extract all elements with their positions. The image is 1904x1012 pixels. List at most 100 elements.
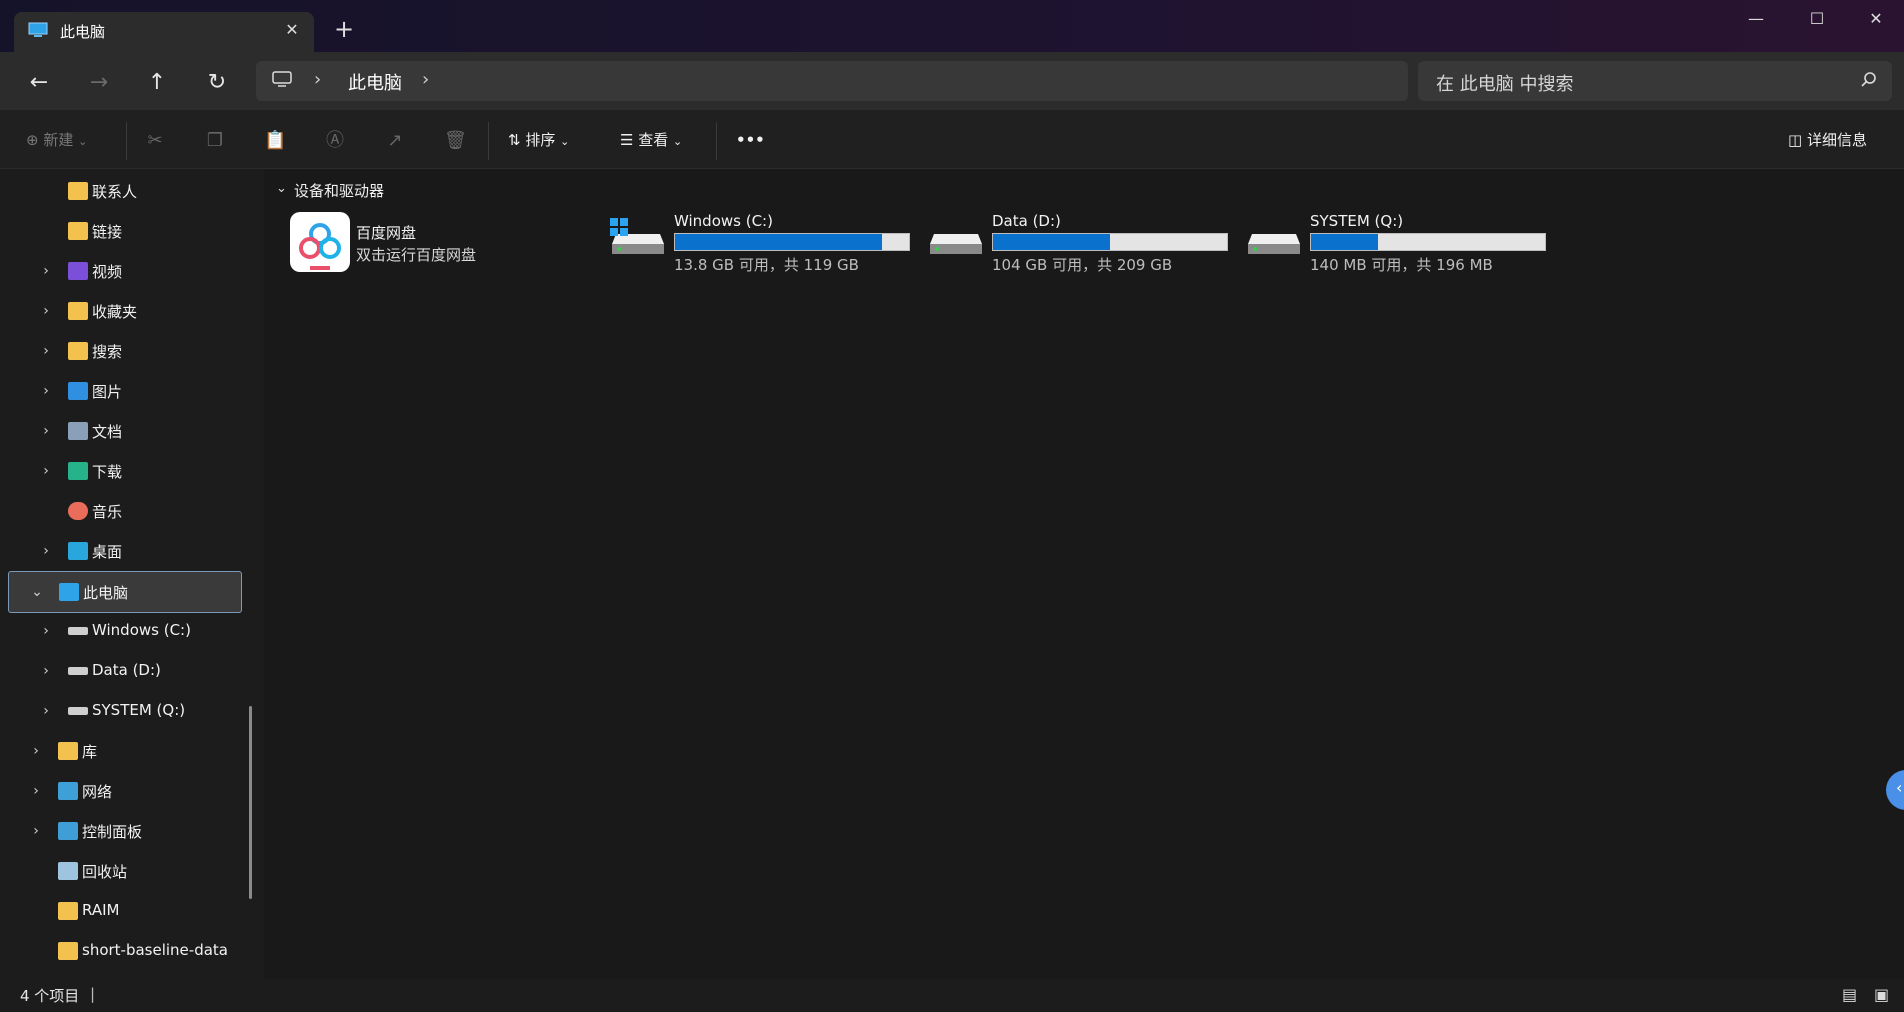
folder-icon	[58, 902, 78, 920]
sidebar-item[interactable]: › 搜索	[0, 331, 260, 371]
breadcrumb-this-pc[interactable]: 此电脑	[348, 69, 402, 95]
details-view-icon[interactable]: ▤	[1842, 985, 1857, 1004]
chevron-right-icon[interactable]: ›	[28, 781, 44, 801]
recycle-bin-icon	[58, 862, 78, 880]
cut-icon[interactable]: ✂	[144, 130, 166, 152]
sidebar-item[interactable]: RAIM	[0, 891, 260, 931]
download-icon	[68, 462, 88, 480]
chevron-down-icon: ⌄	[673, 135, 683, 148]
new-button[interactable]: ⊕ 新建 ⌄	[26, 128, 87, 152]
sidebar-item[interactable]: 链接	[0, 211, 260, 251]
sidebar-item[interactable]: 联系人	[0, 171, 260, 211]
chevron-right-icon[interactable]: ›	[38, 541, 54, 561]
back-button[interactable]: ←	[22, 66, 56, 100]
address-bar[interactable]: › 此电脑 ›	[256, 61, 1408, 101]
status-divider: |	[90, 985, 96, 1003]
sidebar-item-label: 此电脑	[83, 584, 129, 602]
toolbar-divider	[716, 122, 717, 160]
chevron-right-icon[interactable]: ›	[28, 821, 44, 841]
drive-usage-bar	[992, 233, 1228, 251]
sidebar-item[interactable]: › 文档	[0, 411, 260, 451]
details-pane-button[interactable]: ◫ 详细信息	[1788, 128, 1867, 152]
app-name: 百度网盘	[356, 224, 417, 242]
view-button[interactable]: ☰ 查看 ⌄	[620, 128, 682, 152]
drive-name: Data (D:)	[992, 212, 1061, 230]
close-tab-icon[interactable]: ✕	[280, 18, 304, 42]
sidebar-scrollbar[interactable]	[249, 706, 252, 899]
content-area	[264, 169, 1904, 979]
sidebar-item[interactable]: ⌄ 此电脑	[8, 571, 242, 613]
paste-icon[interactable]: 📋	[264, 130, 286, 152]
sidebar-item[interactable]: › 收藏夹	[0, 291, 260, 331]
chevron-down-icon[interactable]: ⌄	[29, 582, 45, 602]
more-button[interactable]: •••	[736, 128, 765, 152]
arrow-up-icon: ↑	[147, 70, 167, 95]
sidebar-item-label: 视频	[92, 263, 123, 281]
chevron-right-icon[interactable]: ›	[38, 421, 54, 441]
rename-icon[interactable]: Ⓐ	[324, 130, 346, 152]
forward-button[interactable]: →	[82, 66, 116, 100]
new-tab-button[interactable]: +	[330, 16, 358, 44]
copy-icon[interactable]: ❐	[204, 130, 226, 152]
computer-icon	[28, 22, 48, 37]
chevron-right-icon[interactable]: ›	[38, 301, 54, 321]
baidu-netdisk-item[interactable]: 百度网盘 双击运行百度网盘	[288, 210, 588, 274]
up-button[interactable]: ↑	[140, 66, 174, 100]
sidebar-item-label: RAIM	[82, 901, 120, 919]
refresh-button[interactable]: ↻	[200, 66, 234, 100]
new-label: 新建	[43, 131, 74, 149]
toolbar-divider	[126, 122, 127, 160]
toolbar-divider	[488, 122, 489, 160]
sidebar-item[interactable]: 音乐	[0, 491, 260, 531]
status-bar: 4 个项目 | ▤ ▣	[0, 979, 1904, 1012]
sidebar-item[interactable]: › 下载	[0, 451, 260, 491]
sidebar-item[interactable]: › 网络	[0, 771, 260, 811]
sidebar-item-label: 文档	[92, 423, 123, 441]
chevron-right-icon[interactable]: ›	[28, 741, 44, 761]
computer-icon	[272, 71, 292, 87]
chevron-right-icon[interactable]: ›	[38, 461, 54, 481]
tab-this-pc[interactable]: 此电脑 ✕	[14, 12, 314, 52]
search-box[interactable]: 在 此电脑 中搜索	[1418, 61, 1892, 101]
drive-tile[interactable]: SYSTEM (Q:) 140 MB 可用，共 196 MB	[1242, 210, 1546, 274]
sidebar-item[interactable]: › Windows (C:)	[0, 611, 260, 651]
sidebar-item[interactable]: › 控制面板	[0, 811, 260, 851]
sidebar-item[interactable]: › 桌面	[0, 531, 260, 571]
minimize-button[interactable]: —	[1732, 4, 1780, 34]
sidebar-item[interactable]: › 图片	[0, 371, 260, 411]
plus-icon: +	[333, 15, 355, 43]
chevron-right-icon[interactable]: ›	[38, 261, 54, 281]
baidu-netdisk-icon	[290, 212, 350, 272]
drive-tile[interactable]: Windows (C:) 13.8 GB 可用，共 119 GB	[606, 210, 910, 274]
chevron-down-icon[interactable]: ⌄	[276, 181, 287, 196]
folder-icon	[68, 342, 88, 360]
navigation-pane[interactable]: 联系人 链接 › 视频 › 收藏夹 › 搜索 › 图片 › 文档 › 下载 音乐 › 桌面 ⌄ 此电脑 › Window…	[0, 169, 264, 979]
sidebar-item[interactable]: › Data (D:)	[0, 651, 260, 691]
group-header[interactable]: 设备和驱动器	[294, 180, 384, 201]
share-icon[interactable]: ↗	[384, 130, 406, 152]
maximize-button[interactable]: ☐	[1793, 4, 1841, 34]
sidebar-item[interactable]: 回收站	[0, 851, 260, 891]
folder-icon	[68, 222, 88, 240]
chevron-right-icon[interactable]: ›	[38, 661, 54, 681]
chevron-right-icon[interactable]: ›	[38, 341, 54, 361]
drive-tile[interactable]: Data (D:) 104 GB 可用，共 209 GB	[924, 210, 1228, 274]
search-input[interactable]: 在 此电脑 中搜索	[1436, 70, 1573, 96]
close-window-button[interactable]: ✕	[1852, 4, 1900, 34]
sidebar-item[interactable]: › SYSTEM (Q:)	[0, 691, 260, 731]
sort-button[interactable]: ⇅ 排序 ⌄	[508, 128, 569, 152]
breadcrumb-chevron-icon[interactable]: ›	[422, 69, 429, 90]
chevron-right-icon[interactable]: ›	[38, 381, 54, 401]
computer-icon	[59, 583, 79, 601]
sort-label: 排序	[525, 131, 556, 149]
breadcrumb-chevron-icon[interactable]: ›	[314, 69, 321, 90]
chevron-right-icon[interactable]: ›	[38, 701, 54, 721]
delete-icon[interactable]: 🗑	[444, 130, 467, 152]
chevron-right-icon[interactable]: ›	[38, 621, 54, 641]
sidebar-item[interactable]: › 视频	[0, 251, 260, 291]
tiles-view-icon[interactable]: ▣	[1874, 985, 1889, 1004]
sidebar-item[interactable]: short-baseline-data	[0, 931, 260, 971]
sidebar-item[interactable]: › 库	[0, 731, 260, 771]
desktop-icon	[68, 542, 88, 560]
chevron-down-icon: ⌄	[560, 135, 570, 148]
